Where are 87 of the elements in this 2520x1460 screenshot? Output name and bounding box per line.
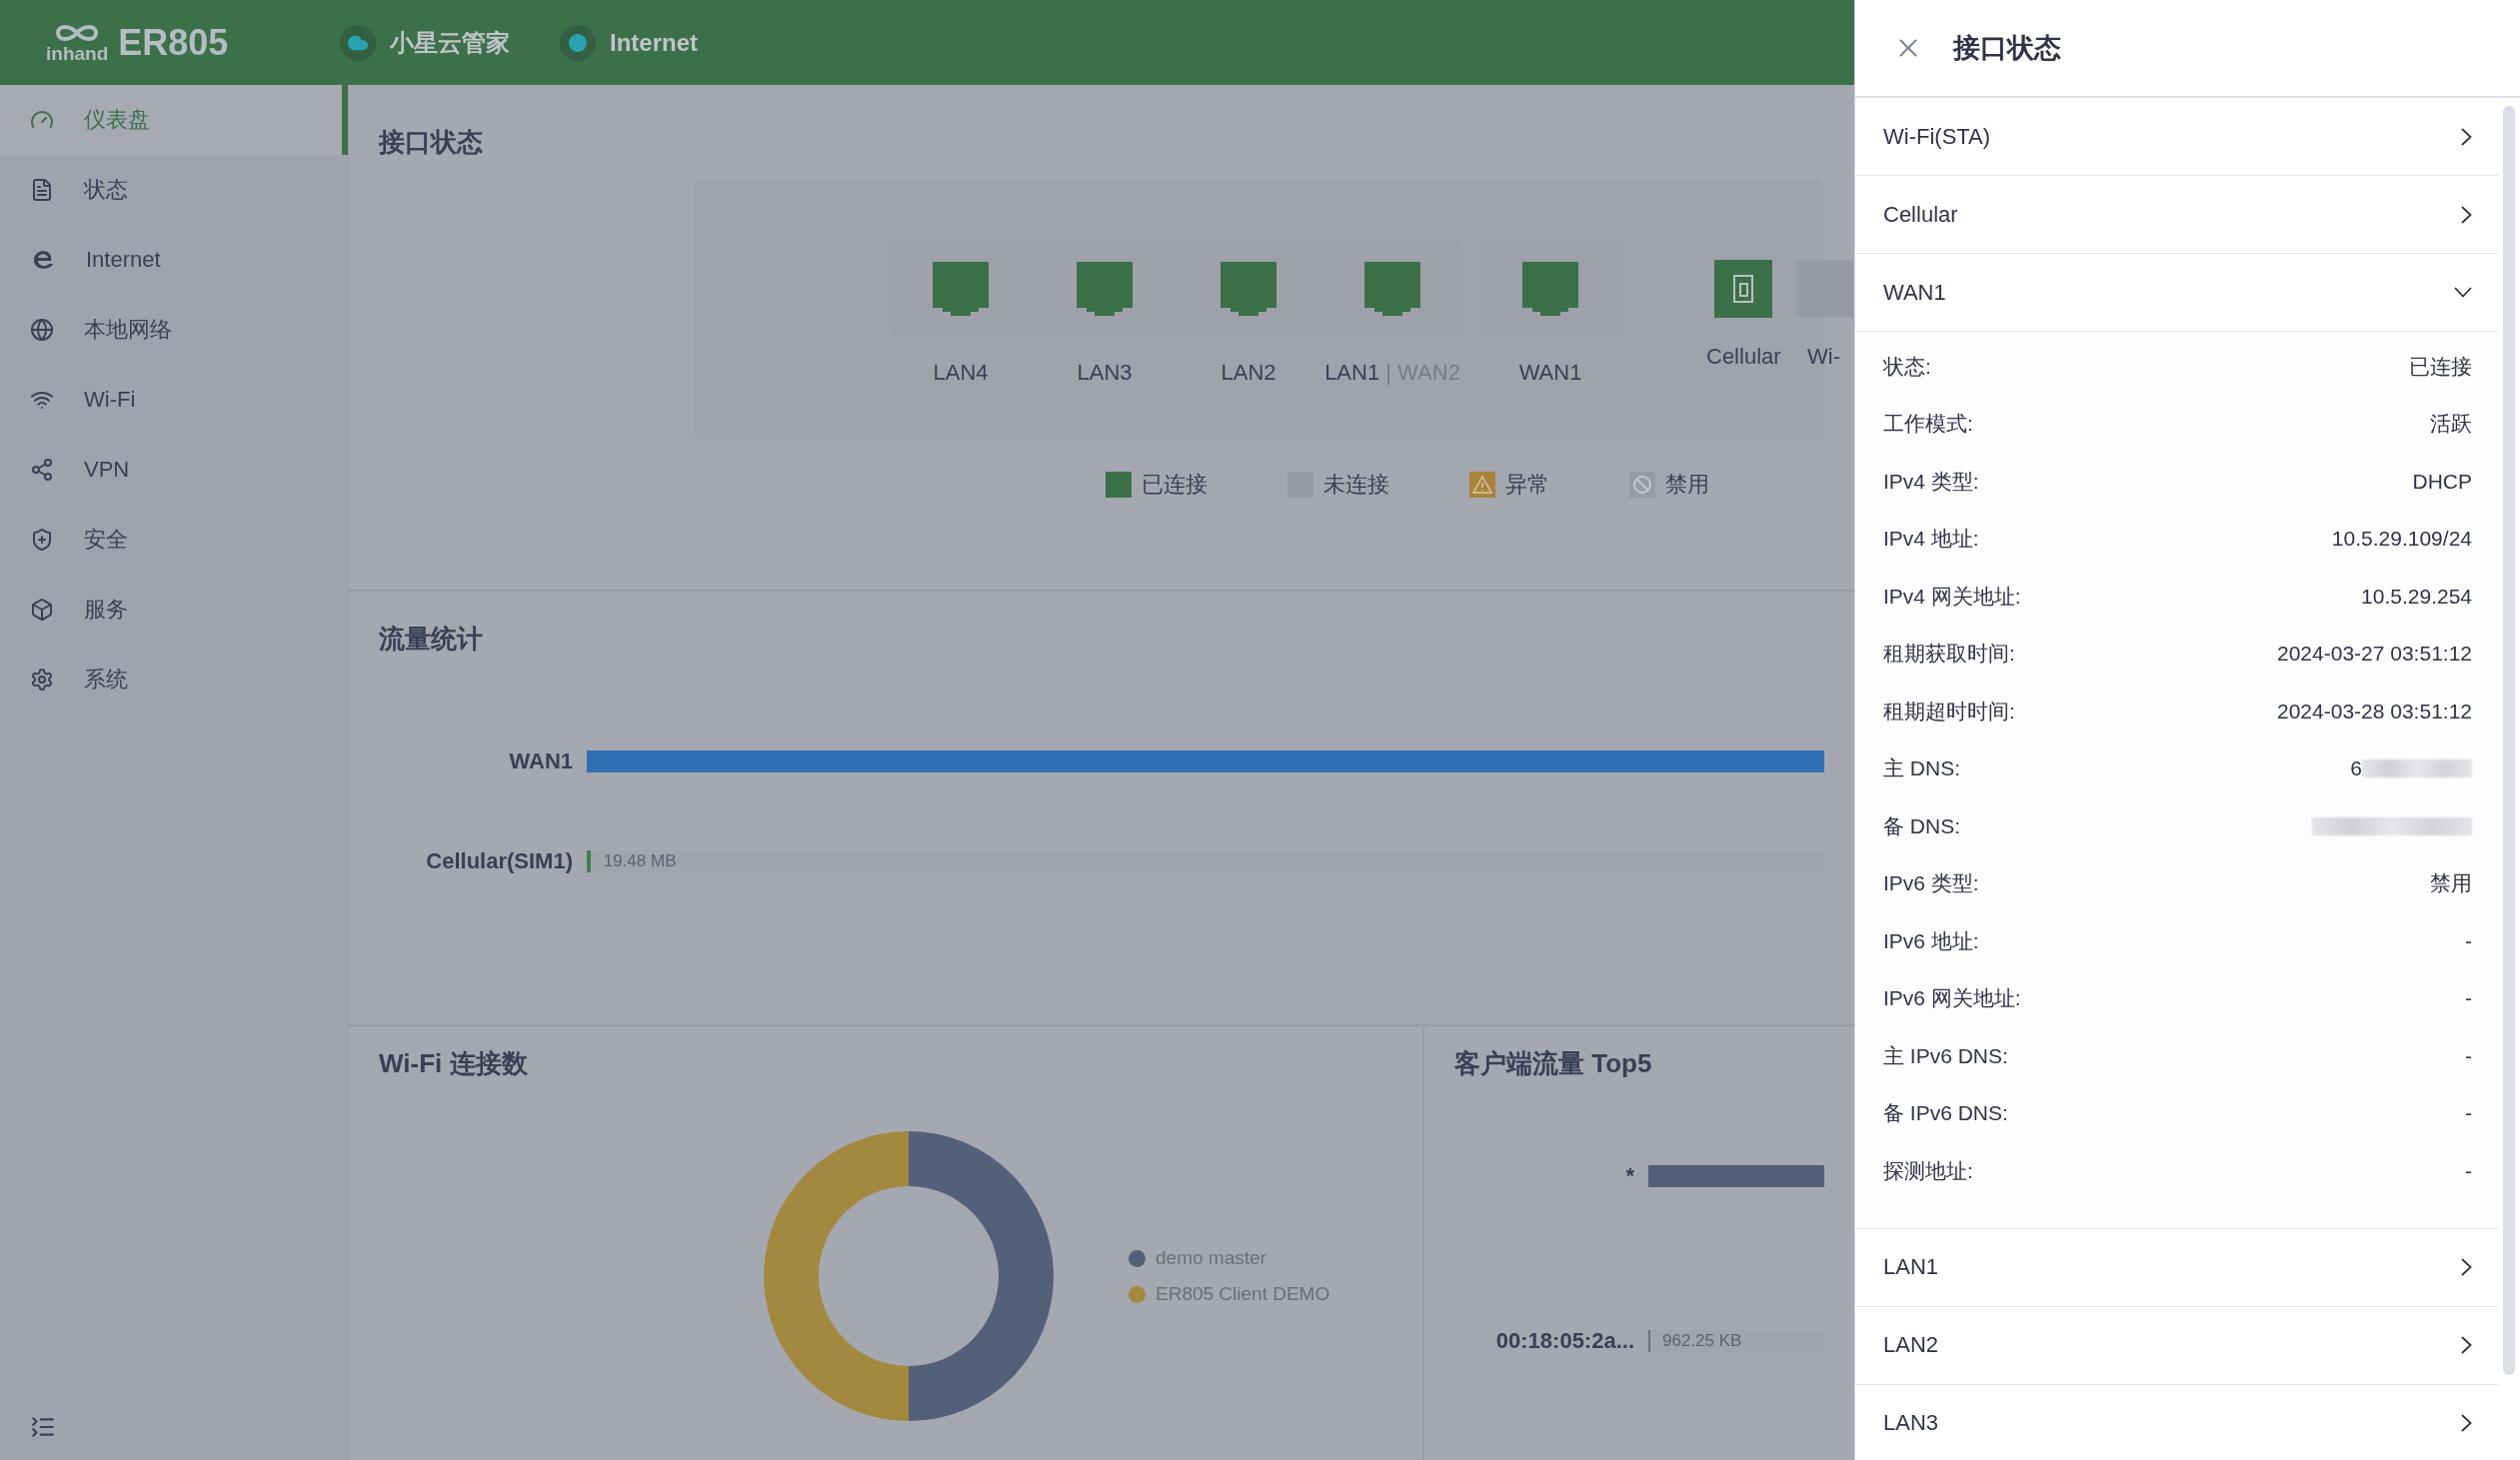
sidebar-item[interactable]: Wi-Fi (0, 365, 348, 435)
detail-value: - (2465, 928, 2472, 953)
chevron-right-icon (2461, 1258, 2472, 1276)
detail-value: - (2465, 1043, 2472, 1068)
sidebar-item[interactable]: Internet (0, 225, 348, 295)
chevron-down-icon (2454, 287, 2472, 298)
detail-label: 主 IPv6 DNS: (1883, 1042, 2008, 1069)
traffic-value: 19.48 MB (603, 850, 677, 872)
traffic-value: 962.25 KB (1662, 1330, 1742, 1352)
detail-label: IPv6 网关地址: (1883, 985, 2021, 1012)
detail-label: IPv6 类型: (1883, 870, 1979, 897)
port-label: LAN4 (932, 360, 990, 386)
sidebar-item[interactable]: 系统 (0, 645, 348, 715)
product-name: ER805 (118, 21, 229, 64)
chevron-right-icon (2461, 1414, 2472, 1432)
detail-label: 备 IPv6 DNS: (1883, 1100, 2008, 1127)
legend-label: 已连接 (1142, 471, 1208, 499)
detail-value: - (2465, 1101, 2472, 1126)
detail-label: 租期获取时间: (1883, 641, 2015, 668)
detail-label: IPv6 地址: (1883, 927, 1979, 954)
detail-value: 禁用 (2430, 870, 2472, 897)
detail-label: 工作模式: (1883, 411, 1973, 438)
detail-value: 6 (2350, 756, 2362, 781)
accordion-header[interactable]: LAN2 (1855, 1306, 2498, 1385)
detail-label: 状态: (1883, 353, 1931, 380)
sidebar-item[interactable]: 仪表盘 (0, 85, 348, 155)
section-title: 接口状态 (379, 126, 484, 159)
legend-label: 禁用 (1665, 471, 1709, 499)
accordion-header[interactable]: LAN1 (1855, 1228, 2498, 1307)
sidebar-item[interactable]: VPN (0, 435, 348, 505)
sidebar-item[interactable]: 状态 (0, 155, 348, 225)
legend-label: 未连接 (1323, 471, 1389, 499)
detail-value: 活跃 (2430, 411, 2472, 438)
detail-label: IPv4 地址: (1883, 526, 1979, 553)
scrollbar-thumb[interactable] (2503, 106, 2515, 1375)
section-title: 流量统计 (379, 623, 484, 656)
accordion-header[interactable]: Wi-Fi(STA) (1855, 98, 2498, 176)
detail-label: 租期超时时间: (1883, 698, 2015, 725)
header-status[interactable]: 小星云管家 (390, 26, 510, 59)
chevron-right-icon (2461, 1336, 2472, 1354)
bar-label: 00:18:05:2a... (1494, 1328, 1634, 1354)
port-label: LAN3 (1076, 360, 1134, 386)
shield-icon (30, 528, 54, 552)
bar-label: * (1624, 1163, 1634, 1189)
logo-text: inhand (46, 44, 109, 63)
chevron-right-icon (2461, 205, 2472, 224)
chevron-right-icon (2461, 127, 2472, 146)
detail-value: 10.5.29.254 (2361, 584, 2472, 609)
detail-value: 2024-03-28 03:51:12 (2277, 699, 2472, 724)
accordion-header[interactable]: LAN3 (1855, 1384, 2498, 1460)
detail-label: 探测地址: (1883, 1157, 1973, 1184)
bar-label: WAN1 (508, 748, 573, 774)
port-label: LAN2 (1220, 360, 1277, 386)
detail-label: 主 DNS: (1883, 755, 1960, 782)
drawer-title: 接口状态 (1953, 32, 2061, 65)
detail-value: - (2465, 986, 2472, 1011)
logo-icon (54, 22, 101, 44)
section-title: Wi-Fi 连接数 (379, 1047, 529, 1080)
header-status[interactable]: Internet (610, 28, 698, 57)
detail-value: 已连接 (2409, 353, 2472, 380)
detail-value: DHCP (2412, 469, 2472, 494)
sidebar-item[interactable]: 安全 (0, 505, 348, 575)
legend-label: demo master (1156, 1247, 1266, 1269)
port-label: Cellular (1706, 344, 1781, 370)
detail-value: 2024-03-27 03:51:12 (2277, 642, 2472, 667)
bar-label: Cellular(SIM1) (425, 848, 573, 874)
port-label: Wi- (1807, 344, 1841, 370)
legend-label: 异常 (1505, 471, 1549, 499)
sidebar-item[interactable]: 服务 (0, 575, 348, 645)
network-icon (30, 458, 54, 482)
globe-icon (30, 318, 54, 342)
detail-value: 10.5.29.109/24 (2331, 527, 2472, 552)
accordion-header[interactable]: Cellular (1855, 176, 2498, 254)
box-icon (30, 598, 54, 622)
detail-label: IPv4 类型: (1883, 468, 1979, 495)
detail-label: IPv4 网关地址: (1883, 583, 2021, 610)
cloud-icon (340, 24, 376, 61)
settings-icon (30, 668, 54, 692)
detail-value: - (2465, 1158, 2472, 1183)
detail-label: 备 DNS: (1883, 812, 1960, 839)
collapse-menu-icon[interactable] (30, 1414, 56, 1440)
legend-label: ER805 Client DEMO (1156, 1283, 1330, 1305)
document-icon (30, 178, 54, 202)
sidebar-item[interactable]: 本地网络 (0, 295, 348, 365)
section-title: 客户端流量 Top5 (1454, 1047, 1653, 1080)
status-dot-icon (560, 24, 596, 61)
port-label: WAN1 (1517, 360, 1583, 386)
